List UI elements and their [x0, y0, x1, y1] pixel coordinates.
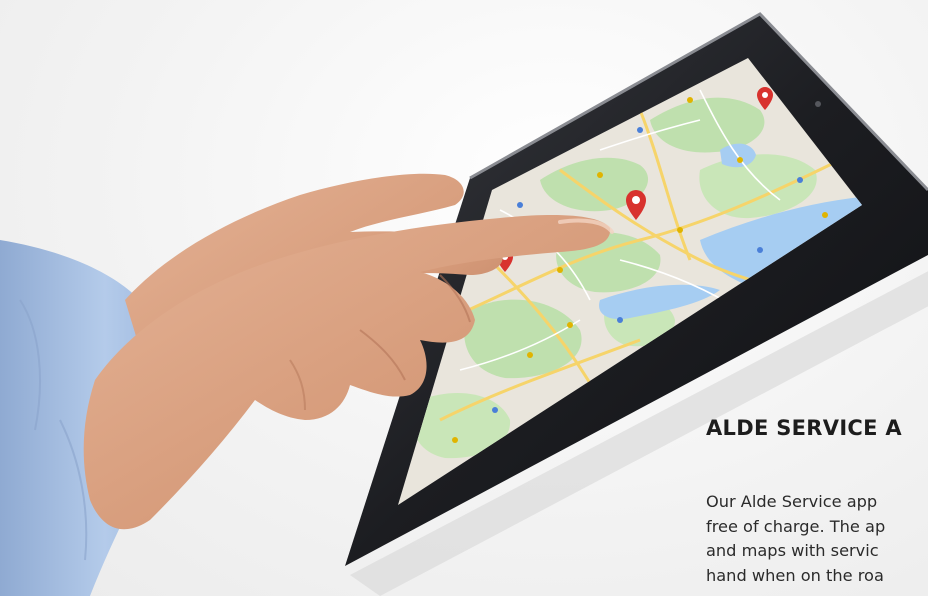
- body-line: hand when on the roa: [706, 565, 884, 585]
- photo-scene: ALDE SERVICE A Our Alde Service app free…: [0, 0, 928, 596]
- article-title: ALDE SERVICE A: [706, 416, 902, 440]
- body-line: and maps with servic: [706, 541, 879, 560]
- body-line: free of charge. The ap: [706, 516, 886, 536]
- article-body: Our Alde Service app free of charge. The…: [706, 490, 928, 588]
- tablet-camera: [815, 101, 821, 107]
- body-line: Our Alde Service app: [706, 492, 878, 511]
